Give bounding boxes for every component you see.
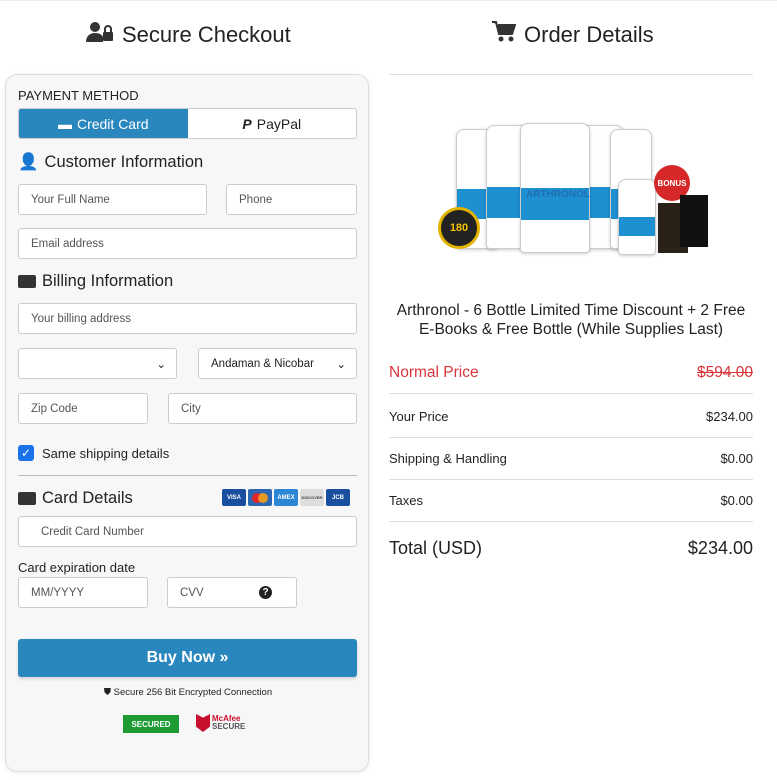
card-brands: VISA AMEX DISCOVER JCB: [222, 489, 350, 506]
phone-input[interactable]: Phone: [226, 184, 357, 215]
customer-info-heading: 👤 Customer Information: [18, 153, 204, 171]
normal-price-row: Normal Price $594.00: [389, 352, 753, 394]
card-number-input[interactable]: Credit Card Number: [18, 516, 357, 547]
credit-card-icon: [18, 492, 36, 505]
order-details-title: Order Details: [492, 21, 654, 49]
your-price-row: Your Price $234.00: [389, 396, 753, 438]
state-select[interactable]: Andaman & Nicobar ⌄: [198, 348, 357, 379]
same-shipping-row: ✓ Same shipping details: [18, 445, 169, 461]
taxes-row: Taxes $0.00: [389, 480, 753, 522]
trustguard-badge: SECURED: [123, 715, 179, 733]
same-shipping-checkbox[interactable]: ✓: [18, 445, 34, 461]
id-card-icon: [18, 275, 36, 288]
total-row: Total (USD) $234.00: [389, 537, 753, 558]
tab-credit-card[interactable]: ▬ Credit Card: [19, 109, 188, 138]
secure-checkout-title: Secure Checkout: [86, 21, 291, 49]
city-input[interactable]: City: [168, 393, 357, 424]
cvv-input[interactable]: CVV?: [167, 577, 297, 608]
shopping-cart-icon: [492, 21, 517, 49]
mastercard-icon: [248, 489, 272, 506]
divider: [18, 475, 357, 476]
payment-tabs: ▬ Credit Card P PayPal: [18, 108, 357, 139]
product-image: ARTHRONOL 180 BONUS: [430, 119, 720, 259]
jcb-icon: JCB: [326, 489, 350, 506]
shipping-row: Shipping & Handling $0.00: [389, 438, 753, 480]
question-circle-icon[interactable]: ?: [259, 586, 272, 599]
payment-method-label: PAYMENT METHOD: [18, 88, 139, 103]
visa-icon: VISA: [222, 489, 246, 506]
full-name-input[interactable]: Your Full Name: [18, 184, 207, 215]
user-icon: 👤: [18, 153, 39, 171]
paypal-icon: P: [242, 115, 252, 132]
product-name: Arthronol - 6 Bottle Limited Time Discou…: [396, 302, 746, 338]
checkout-form: PAYMENT METHOD ▬ Credit Card P PayPal 👤 Cus…: [5, 74, 369, 772]
zip-input[interactable]: Zip Code: [18, 393, 148, 424]
user-lock-icon: [86, 21, 114, 49]
billing-info-heading: Billing Information: [18, 272, 173, 291]
discover-icon: DISCOVER: [300, 489, 324, 506]
expiry-input[interactable]: MM/YYYY: [18, 577, 148, 608]
country-select[interactable]: ⌄: [18, 348, 177, 379]
card-details-heading: Card Details: [18, 489, 133, 508]
expiry-label: Card expiration date: [18, 560, 136, 575]
chevron-down-icon: ⌄: [336, 358, 346, 371]
buy-now-button[interactable]: Buy Now »: [18, 639, 357, 677]
credit-card-icon: ▬: [57, 115, 72, 132]
billing-address-input[interactable]: Your billing address: [18, 303, 357, 334]
mcafee-badge: McAfee SECURE: [196, 714, 245, 732]
shield-icon: ⛊: [103, 687, 112, 698]
divider: [389, 74, 753, 75]
secure-connection-text: ⛊ Secure 256 Bit Encrypted Connection: [103, 687, 273, 698]
email-input[interactable]: Email address: [18, 228, 357, 259]
amex-icon: AMEX: [274, 489, 298, 506]
guarantee-seal: 180: [438, 207, 480, 249]
chevron-down-icon: ⌄: [156, 358, 166, 371]
mcafee-shield-icon: [196, 714, 210, 732]
tab-paypal[interactable]: P PayPal: [187, 109, 356, 138]
